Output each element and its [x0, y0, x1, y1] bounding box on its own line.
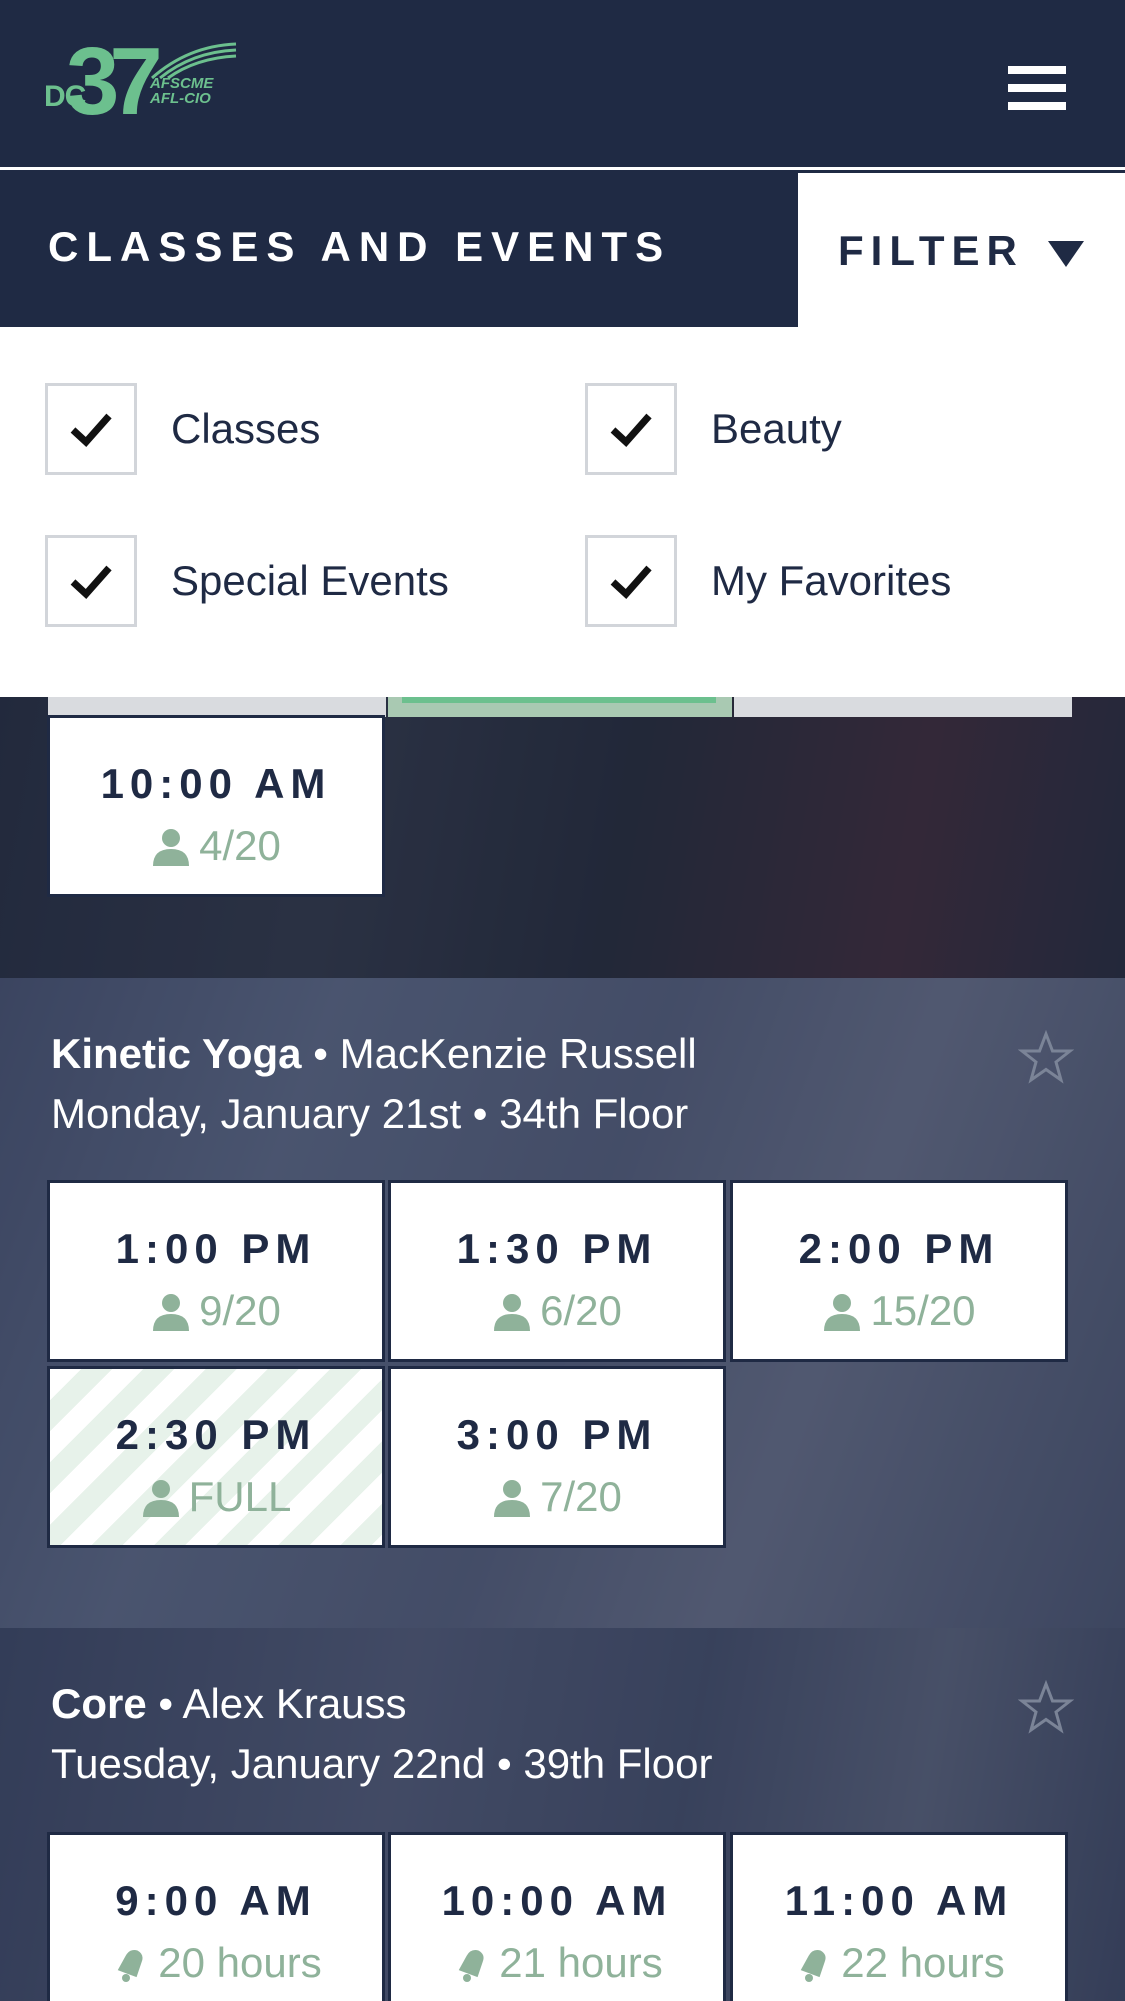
person-icon: [142, 1480, 179, 1517]
time-slot-full[interactable]: 2:30 PM FULL: [47, 1366, 385, 1548]
class-card-kinetic-yoga: Kinetic Yoga • MacKenzie Russell Monday,…: [0, 978, 1125, 1628]
checkbox[interactable]: [45, 535, 137, 627]
filter-option-my-favorites[interactable]: My Favorites: [585, 533, 951, 629]
slot-capacity: 4/20: [199, 822, 281, 869]
logo-number: 37: [66, 28, 163, 135]
dc37-logo[interactable]: DC 37 AFSCME AFL-CIO: [44, 34, 237, 132]
class-instructor: Alex Krauss: [182, 1680, 407, 1727]
filter-panel: Classes Beauty Special Events My Favorit…: [0, 327, 1125, 697]
slot-time: 11:00 AM: [784, 1877, 1014, 1924]
app-header: DC 37 AFSCME AFL-CIO: [0, 0, 1125, 170]
checkbox[interactable]: [45, 383, 137, 475]
time-slot[interactable]: 10:00 AM 21 hours: [388, 1832, 726, 2001]
favorite-star-icon[interactable]: [1018, 1030, 1074, 1086]
person-icon: [153, 829, 190, 866]
page-title: CLASSES AND EVENTS: [48, 223, 672, 270]
time-slot[interactable]: 1:00 PM 9/20: [47, 1180, 385, 1362]
hamburger-menu-icon[interactable]: [1008, 66, 1066, 112]
person-icon: [153, 1294, 190, 1331]
favorite-star-icon[interactable]: [1018, 1680, 1074, 1736]
filter-toggle[interactable]: FILTER: [798, 173, 1125, 327]
checkmark-icon: [70, 565, 112, 599]
bell-icon: [459, 1950, 484, 1982]
checkmark-icon: [70, 413, 112, 447]
time-slot[interactable]: 11:00 AM 22 hours: [730, 1832, 1068, 2001]
class-card-cycling: 10:00 AM 4/20: [0, 697, 1125, 978]
person-icon: [494, 1480, 531, 1517]
slot-capacity: 9/20: [199, 1287, 281, 1334]
time-slot[interactable]: 3:00 PM 7/20: [388, 1366, 726, 1548]
slot-capacity: 7/20: [540, 1473, 622, 1520]
time-slot[interactable]: 1:30 PM 6/20: [388, 1180, 726, 1362]
filter-option-label: Beauty: [711, 405, 842, 452]
filter-label: FILTER: [838, 227, 1024, 274]
time-slot[interactable]: 10:00 AM 4/20: [47, 715, 385, 897]
checkbox[interactable]: [585, 535, 677, 627]
slot-time: 2:30 PM: [115, 1411, 317, 1458]
slot-time: 9:00 AM: [115, 1877, 317, 1924]
logo-afscme: AFSCME: [150, 75, 214, 92]
logo-affiliation: AFSCME AFL-CIO: [150, 76, 213, 106]
class-floor: 39th Floor: [523, 1740, 713, 1787]
slot-time: 1:30 PM: [456, 1225, 658, 1272]
class-heading: Kinetic Yoga • MacKenzie Russell Monday,…: [51, 1030, 697, 1137]
checkmark-icon: [610, 413, 652, 447]
filter-option-classes[interactable]: Classes: [45, 381, 320, 477]
slot-time: 2:00 PM: [798, 1225, 1000, 1272]
class-floor: 34th Floor: [499, 1090, 689, 1137]
slot-reminder: 20 hours: [158, 1939, 322, 1986]
slot-time: 1:00 PM: [115, 1225, 317, 1272]
time-slot[interactable]: 2:00 PM 15/20: [730, 1180, 1068, 1362]
time-slot[interactable]: 9:00 AM 20 hours: [47, 1832, 385, 2001]
person-icon: [824, 1294, 861, 1331]
filter-option-label: Classes: [171, 405, 321, 452]
filter-option-label: Special Events: [171, 557, 449, 604]
slot-time: 10:00 AM: [100, 760, 332, 807]
filter-option-beauty[interactable]: Beauty: [585, 381, 842, 477]
class-card-core: Core • Alex Krauss Tuesday, January 22nd…: [0, 1628, 1125, 2001]
class-name: Core: [51, 1680, 147, 1727]
person-icon: [494, 1294, 531, 1331]
slot-capacity: 15/20: [870, 1287, 976, 1334]
slot-time: 10:00 AM: [441, 1877, 673, 1924]
checkmark-icon: [610, 565, 652, 599]
slot-reminder: 21 hours: [499, 1939, 663, 1986]
slot-reminder: 22 hours: [841, 1939, 1005, 1986]
class-name: Kinetic Yoga: [51, 1030, 302, 1077]
bell-icon: [801, 1950, 826, 1982]
logo-aflcio: AFL-CIO: [150, 90, 211, 107]
class-date: Monday, January 21st: [51, 1090, 462, 1137]
filter-option-special-events[interactable]: Special Events: [45, 533, 449, 629]
class-heading: Core • Alex Krauss Tuesday, January 22nd…: [51, 1680, 713, 1787]
slot-time: 3:00 PM: [456, 1411, 658, 1458]
page-title-bar: CLASSES AND EVENTS: [0, 173, 798, 327]
caret-down-icon: [1048, 241, 1084, 267]
class-date: Tuesday, January 22nd: [51, 1740, 486, 1787]
slot-capacity: FULL: [188, 1473, 292, 1520]
checkbox[interactable]: [585, 383, 677, 475]
slot-capacity: 6/20: [540, 1287, 622, 1334]
filter-option-label: My Favorites: [711, 557, 952, 604]
bell-icon: [118, 1950, 143, 1982]
class-instructor: MacKenzie Russell: [339, 1030, 697, 1077]
